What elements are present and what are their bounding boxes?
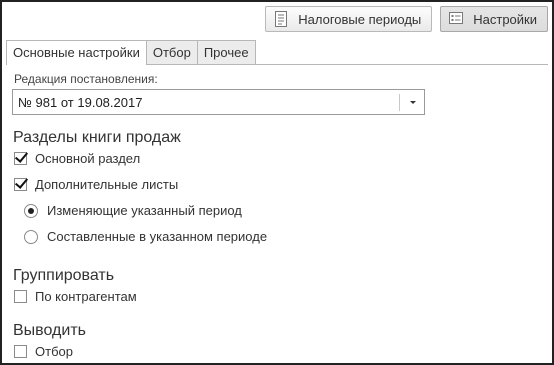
document-icon	[274, 11, 288, 27]
radio-changing-row[interactable]: Изменяющие указанный период	[24, 203, 242, 218]
by-contractors-label: По контрагентам	[35, 289, 137, 304]
main-section-checkbox[interactable]	[14, 152, 27, 165]
radio-composed-period[interactable]	[24, 229, 38, 244]
tab-other[interactable]: Прочее	[196, 40, 256, 64]
settings-list-icon	[449, 11, 464, 27]
additional-sheets-row[interactable]: Дополнительные листы	[14, 177, 178, 192]
filter-label: Отбор	[35, 344, 73, 359]
settings-button[interactable]: Настройки	[440, 6, 548, 32]
group-heading: Группировать	[13, 267, 115, 284]
filter-row[interactable]: Отбор	[14, 344, 73, 359]
filter-checkbox[interactable]	[14, 345, 27, 358]
by-contractors-row[interactable]: По контрагентам	[14, 289, 137, 304]
settings-label: Настройки	[473, 11, 537, 27]
radio-composed-row[interactable]: Составленные в указанном периоде	[24, 229, 267, 244]
toolbar: Налоговые периоды Настройки	[265, 6, 548, 32]
report-settings-panel: Налоговые периоды Настройки Основные нас…	[0, 0, 554, 365]
tabs: Основные настройки Отбор Прочее	[6, 40, 256, 65]
edition-value: № 981 от 19.08.2017	[18, 95, 143, 110]
additional-sheets-label: Дополнительные листы	[35, 177, 179, 192]
main-section-label: Основной раздел	[35, 151, 141, 166]
select-separator	[399, 94, 400, 111]
tab-main-settings[interactable]: Основные настройки	[6, 40, 147, 65]
tax-periods-label: Налоговые периоды	[298, 11, 422, 27]
additional-sheets-checkbox[interactable]	[14, 178, 27, 191]
edition-select[interactable]: № 981 от 19.08.2017	[12, 89, 425, 115]
radio-changing-period[interactable]	[24, 203, 38, 218]
output-heading: Выводить	[13, 322, 86, 339]
tab-filter[interactable]: Отбор	[145, 40, 198, 64]
radio-changing-label: Изменяющие указанный период	[47, 203, 242, 218]
chevron-down-icon[interactable]	[410, 101, 416, 104]
main-section-row[interactable]: Основной раздел	[14, 151, 140, 166]
sales-book-sections-heading: Разделы книги продаж	[13, 129, 181, 146]
radio-composed-label: Составленные в указанном периоде	[47, 229, 268, 244]
tax-periods-button[interactable]: Налоговые периоды	[265, 6, 433, 32]
by-contractors-checkbox[interactable]	[14, 290, 27, 303]
edition-label: Редакция постановления:	[14, 72, 158, 86]
